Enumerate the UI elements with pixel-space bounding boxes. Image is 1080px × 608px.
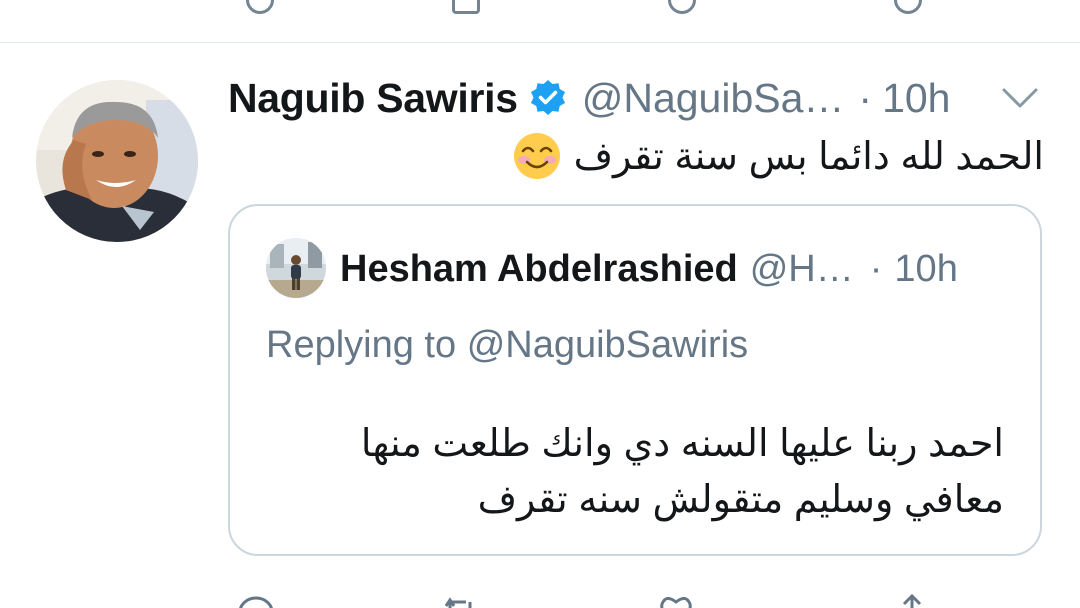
like-icon[interactable]	[668, 0, 696, 14]
tweet-header: Naguib Sawiris @NaguibSa… · 10h	[228, 74, 951, 122]
author-handle[interactable]: @NaguibSa…	[582, 75, 845, 122]
avatar[interactable]	[36, 80, 198, 242]
retweet-icon	[444, 597, 472, 608]
chevron-down-icon[interactable]	[1000, 84, 1040, 114]
tweet-text: الحمد لله دائما بس سنة تقرف	[573, 135, 1044, 178]
separator-dot: ·	[858, 74, 873, 121]
share-button[interactable]	[892, 592, 932, 608]
like-button[interactable]	[656, 592, 696, 608]
share-icon	[902, 593, 922, 608]
quoted-text: احمد ربنا عليها السنه دي وانك طلعت منها …	[284, 416, 1004, 528]
quoted-tweet-card[interactable]: Hesham Abdelrashied @H… · 10h Replying t…	[228, 204, 1042, 556]
smiling-face-icon	[512, 131, 562, 181]
separator-dot: ·	[869, 247, 883, 290]
share-icon[interactable]	[894, 0, 922, 14]
tweet-timestamp[interactable]: 10h	[882, 75, 950, 122]
retweet-icon[interactable]	[452, 0, 480, 14]
tweet-divider	[0, 42, 1080, 43]
quoted-header: Hesham Abdelrashied @H… · 10h	[340, 244, 958, 294]
replying-prefix: Replying to	[266, 324, 457, 366]
tweet-actions	[228, 592, 1028, 608]
replying-handle[interactable]: @NaguibSawiris	[467, 324, 748, 366]
quoted-text-line: معافي وسليم متقولش سنه تقرف	[477, 479, 1004, 521]
verified-badge-icon	[528, 78, 568, 118]
author-name[interactable]: Naguib Sawiris	[228, 75, 518, 122]
quoted-author-handle: @H…	[749, 247, 854, 290]
reply-button[interactable]	[236, 592, 276, 608]
tweet-body: الحمد لله دائما بس سنة تقرف	[500, 128, 1044, 184]
retweet-button[interactable]	[440, 592, 480, 608]
quoted-text-line: احمد ربنا عليها السنه دي وانك طلعت منها	[360, 423, 1004, 465]
heart-icon	[660, 597, 692, 608]
reply-icon[interactable]	[246, 0, 274, 14]
previous-tweet-actions	[0, 0, 1080, 42]
reply-icon	[239, 596, 273, 608]
quoted-avatar	[266, 238, 326, 298]
quoted-timestamp: 10h	[894, 247, 958, 290]
quoted-author-name: Hesham Abdelrashied	[340, 247, 738, 290]
replying-to-line: Replying to @NaguibSawiris	[266, 324, 748, 367]
